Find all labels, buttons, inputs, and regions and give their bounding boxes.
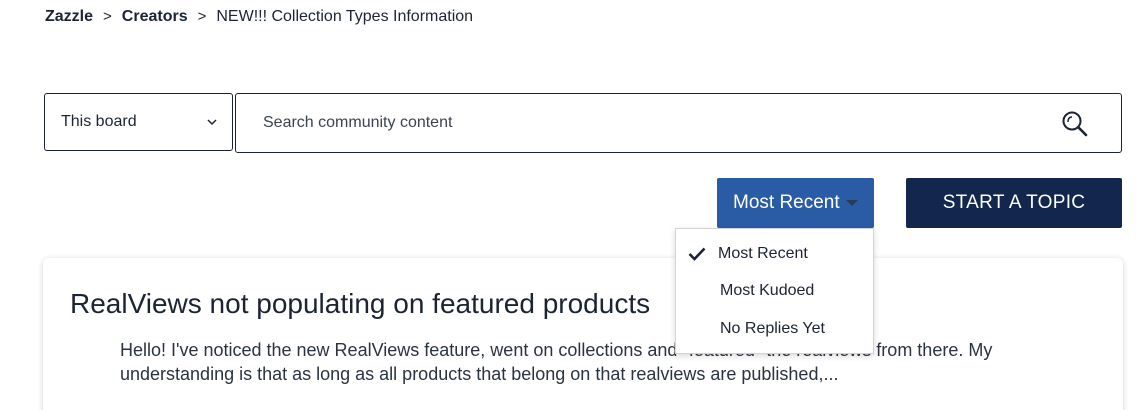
chevron-down-icon	[207, 119, 217, 126]
sort-button-label: Most Recent	[733, 192, 840, 213]
sort-option-label: No Replies Yet	[720, 320, 825, 337]
topic-card[interactable]: RealViews not populating on featured pro…	[43, 258, 1123, 410]
topic-title[interactable]: RealViews not populating on featured pro…	[70, 288, 650, 320]
sort-option-no-replies-yet[interactable]: No Replies Yet	[676, 314, 873, 344]
search-scope-select[interactable]: This board	[44, 93, 233, 151]
search-box	[235, 93, 1122, 153]
breadcrumb-link-zazzle[interactable]: Zazzle	[45, 7, 93, 27]
breadcrumb-current: NEW!!! Collection Types Information	[216, 8, 474, 25]
topic-excerpt: Hello! I've noticed the new RealViews fe…	[120, 340, 993, 384]
search-icon[interactable]	[1061, 110, 1089, 138]
search-scope-value: This board	[61, 113, 137, 130]
sort-menu: Most Recent Most Kudoed No Replies Yet	[675, 228, 874, 354]
page: Zazzle > Creators > NEW!!! Collection Ty…	[0, 0, 1141, 410]
sort-option-most-kudoed[interactable]: Most Kudoed	[676, 276, 873, 306]
breadcrumb: Zazzle > Creators > NEW!!! Collection Ty…	[45, 7, 473, 27]
checkmark-icon	[688, 247, 706, 261]
chevron-right-icon: >	[103, 8, 112, 25]
sort-option-label: Most Kudoed	[720, 282, 815, 299]
sort-option-label: Most Recent	[718, 245, 808, 262]
breadcrumb-link-creators[interactable]: Creators	[122, 7, 188, 27]
sort-option-most-recent[interactable]: Most Recent	[676, 239, 873, 269]
start-topic-button[interactable]: START A TOPIC	[906, 178, 1122, 228]
sort-dropdown-button[interactable]: Most Recent	[717, 178, 874, 228]
search-input[interactable]	[261, 113, 1025, 133]
chevron-right-icon: >	[197, 8, 207, 25]
caret-down-icon	[846, 200, 858, 206]
